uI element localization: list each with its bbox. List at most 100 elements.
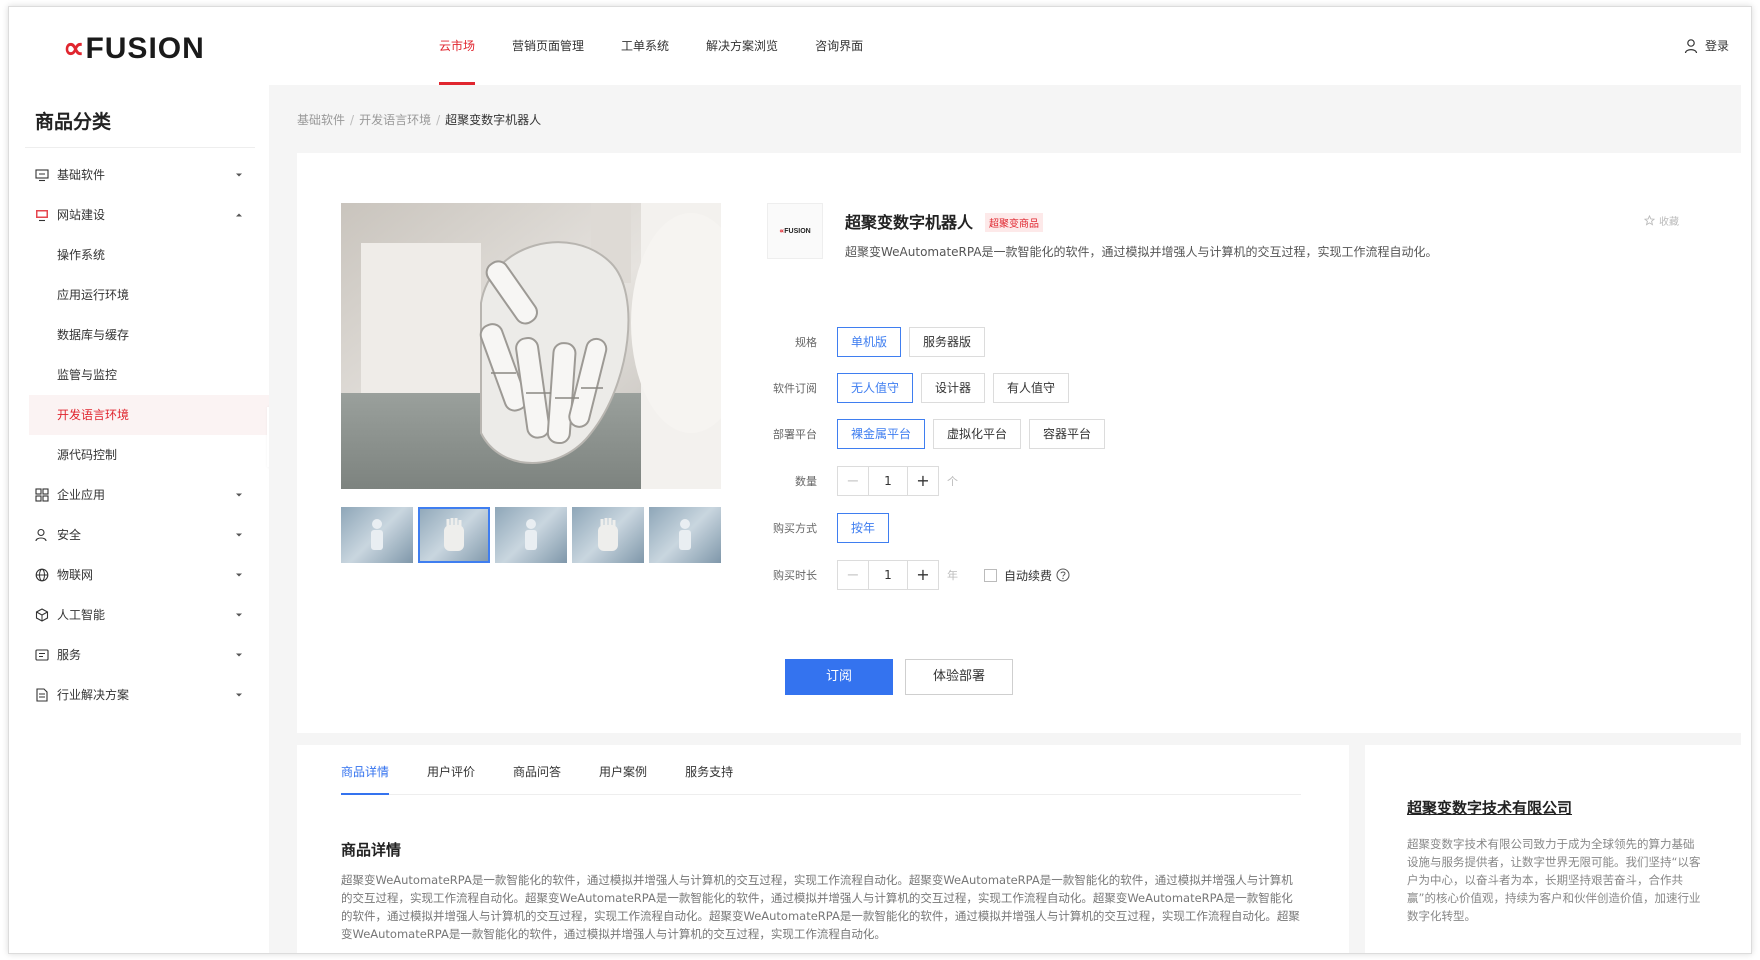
quantity-row: 数量 − 1 + 个 xyxy=(737,466,958,496)
sidebar-item-enterprise-apps[interactable]: 企业应用 xyxy=(9,475,269,515)
quantity-increment-button[interactable]: + xyxy=(908,467,938,495)
tab-user-reviews[interactable]: 用户评价 xyxy=(427,745,475,795)
sidebar-item-source-control[interactable]: 源代码控制 xyxy=(9,435,269,475)
user-icon xyxy=(1684,38,1698,53)
thumbnail-strip xyxy=(341,507,721,563)
sidebar-item-database[interactable]: 数据库与缓存 xyxy=(9,315,269,355)
product-detail-card: 商品详情 用户评价 商品问答 用户案例 服务支持 商品详情 超聚变WeAutom… xyxy=(297,745,1349,953)
sidebar-item-runtime[interactable]: 应用运行环境 xyxy=(9,275,269,315)
sidebar-item-monitoring[interactable]: 监管与监控 xyxy=(9,355,269,395)
nav-ticket-system[interactable]: 工单系统 xyxy=(621,7,669,85)
auto-renew-checkbox[interactable] xyxy=(984,568,997,582)
tab-service-support[interactable]: 服务支持 xyxy=(685,745,733,795)
detail-section-text: 超聚变WeAutomateRPA是一款智能化的软件，通过模拟并增强人与计算机的交… xyxy=(341,873,1300,941)
platform-option-container[interactable]: 容器平台 xyxy=(1029,419,1106,449)
duration-label: 购买时长 xyxy=(773,569,817,582)
subscription-option-designer[interactable]: 设计器 xyxy=(921,373,986,403)
tab-user-cases[interactable]: 用户案例 xyxy=(599,745,647,795)
subscription-option-attended[interactable]: 有人值守 xyxy=(993,373,1070,403)
spec-option-server[interactable]: 服务器版 xyxy=(909,327,986,357)
login-label: 登录 xyxy=(1704,39,1729,53)
breadcrumb-separator: / xyxy=(436,113,441,127)
sidebar-item-label: 物联网 xyxy=(57,568,94,582)
favorite-label: 收藏 xyxy=(1659,217,1679,228)
sidebar-item-dev-language[interactable]: 开发语言环境 xyxy=(29,395,269,435)
category-sidebar: 商品分类 基础软件 网站建设 操作系统 应用运行环境 数据库与缓存 监管与监控 … xyxy=(9,85,269,953)
quantity-decrement-button[interactable]: − xyxy=(838,467,868,495)
product-description: 超聚变WeAutomateRPA是一款智能化的软件，通过模拟并增强人与计算机的交… xyxy=(845,245,1438,259)
company-name-link[interactable]: 超聚变数字技术有限公司 xyxy=(1407,797,1572,818)
detail-tabs: 商品详情 用户评价 商品问答 用户案例 服务支持 xyxy=(341,745,1301,795)
sidebar-item-services[interactable]: 服务 xyxy=(9,635,269,675)
spec-option-standalone[interactable]: 单机版 xyxy=(837,327,902,357)
breadcrumb-dev-language[interactable]: 开发语言环境 xyxy=(359,113,431,127)
duration-stepper: − 1 + xyxy=(837,560,939,590)
chevron-down-icon xyxy=(236,653,242,657)
tab-product-qa[interactable]: 商品问答 xyxy=(513,745,561,795)
tab-product-details[interactable]: 商品详情 xyxy=(341,745,390,795)
login-button[interactable]: 登录 xyxy=(1683,37,1729,54)
breadcrumb-current: 超聚变数字机器人 xyxy=(445,113,542,127)
nav-cloud-market[interactable]: 云市场 xyxy=(439,7,476,85)
duration-unit: 年 xyxy=(947,569,958,582)
sidebar-item-basic-software[interactable]: 基础软件 xyxy=(9,155,269,195)
chevron-down-icon xyxy=(236,573,242,577)
auto-renew-option[interactable]: 自动续费 xyxy=(984,567,1070,584)
purchase-mode-yearly[interactable]: 按年 xyxy=(837,513,890,543)
thumbnail-1[interactable] xyxy=(341,507,413,563)
quantity-stepper: − 1 + xyxy=(837,466,939,496)
sidebar-item-security[interactable]: 安全 xyxy=(9,515,269,555)
sidebar-item-os[interactable]: 操作系统 xyxy=(9,235,269,275)
platform-option-virtualized[interactable]: 虚拟化平台 xyxy=(933,419,1022,449)
nav-solutions[interactable]: 解决方案浏览 xyxy=(706,7,778,85)
sidebar-item-industry-solutions[interactable]: 行业解决方案 xyxy=(9,675,269,715)
quantity-label: 数量 xyxy=(795,475,817,488)
nav-marketing-pages[interactable]: 营销页面管理 xyxy=(512,7,584,85)
product-main-image xyxy=(341,203,721,489)
quantity-input[interactable]: 1 xyxy=(868,467,908,495)
vendor-logo: ∝FUSION xyxy=(767,203,823,259)
grid-icon xyxy=(35,488,49,502)
sidebar-item-ai[interactable]: 人工智能 xyxy=(9,595,269,635)
platform-label: 部署平台 xyxy=(773,428,817,441)
duration-increment-button[interactable]: + xyxy=(908,561,938,589)
thumbnail-3[interactable] xyxy=(495,507,567,563)
platform-option-bare-metal[interactable]: 裸金属平台 xyxy=(837,419,926,449)
app-window: ∝FUSION 云市场 营销页面管理 工单系统 解决方案浏览 咨询界面 登录 商… xyxy=(8,6,1752,954)
product-badge: 超聚变商品 xyxy=(985,213,1043,232)
sidebar-item-website-building[interactable]: 网站建设 xyxy=(9,195,269,235)
sidebar-item-label: 网站建设 xyxy=(57,208,106,222)
subscribe-button[interactable]: 订阅 xyxy=(785,659,893,695)
detail-section-title: 商品详情 xyxy=(341,841,402,859)
sidebar-item-label: 基础软件 xyxy=(57,168,106,182)
thumbnail-5[interactable] xyxy=(649,507,721,563)
vendor-logo-text: FUSION xyxy=(784,228,811,235)
chevron-down-icon xyxy=(236,613,242,617)
service-icon xyxy=(35,649,49,661)
duration-input[interactable]: 1 xyxy=(868,561,908,589)
subscription-option-unattended[interactable]: 无人值守 xyxy=(837,373,914,403)
thumbnail-4[interactable] xyxy=(572,507,644,563)
robot-figure-icon xyxy=(525,519,537,550)
duration-decrement-button[interactable]: − xyxy=(838,561,868,589)
purchase-mode-label: 购买方式 xyxy=(773,522,817,535)
help-circle-icon[interactable] xyxy=(1056,568,1070,582)
company-card: 超聚变数字技术有限公司 超聚变数字技术有限公司致力于成为全球领先的算力基础设施与… xyxy=(1365,745,1741,953)
fusion-logo[interactable]: ∝FUSION xyxy=(63,31,205,66)
nav-consulting[interactable]: 咨询界面 xyxy=(815,7,863,85)
sidebar-item-iot[interactable]: 物联网 xyxy=(9,555,269,595)
trial-deploy-button[interactable]: 体验部署 xyxy=(905,659,1013,695)
logo-text: FUSION xyxy=(85,32,205,65)
breadcrumb-basic-software[interactable]: 基础软件 xyxy=(297,113,345,127)
spec-row: 规格 单机版 服务器版 xyxy=(737,327,993,357)
top-nav: 云市场 营销页面管理 工单系统 解决方案浏览 咨询界面 xyxy=(439,7,900,85)
star-icon xyxy=(1644,215,1655,226)
thumbnail-2[interactable] xyxy=(418,507,490,563)
main-content: 基础软件 / 开发语言环境 / 超聚变数字机器人 ∝FUSION 超聚变数字机器… xyxy=(269,85,1741,953)
sidebar-item-label: 行业解决方案 xyxy=(57,688,130,702)
favorite-button[interactable]: 收藏 xyxy=(1644,213,1679,228)
breadcrumb-separator: / xyxy=(350,113,355,127)
auto-renew-label: 自动续费 xyxy=(1004,568,1053,583)
top-header: ∝FUSION 云市场 营销页面管理 工单系统 解决方案浏览 咨询界面 登录 xyxy=(9,7,1751,85)
platform-row: 部署平台 裸金属平台 虚拟化平台 容器平台 xyxy=(737,419,1113,449)
